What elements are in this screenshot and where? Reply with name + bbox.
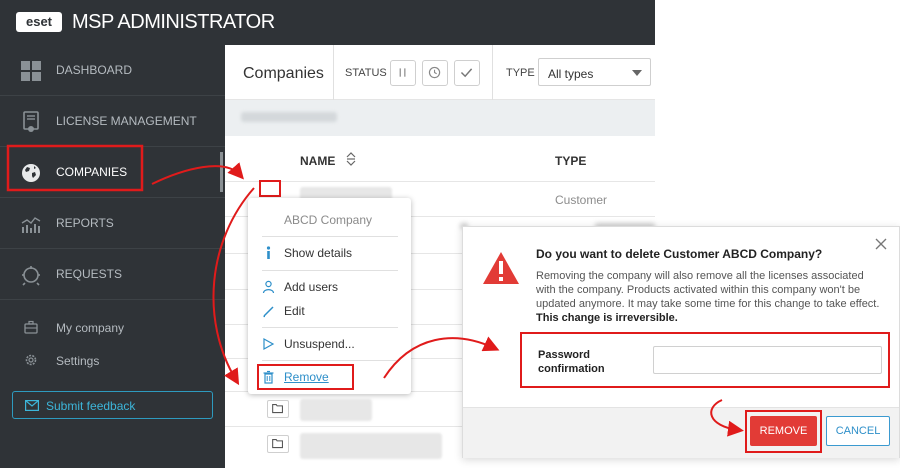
menu-item-unsuspend[interactable]: Unsuspend... xyxy=(248,333,411,355)
remove-highlight-box xyxy=(257,364,354,390)
sidebar-item-label: REPORTS xyxy=(56,216,114,230)
sidebar-item-license-management[interactable]: LICENSE MANAGEMENT xyxy=(0,96,225,146)
screen: eset MSP ADMINISTRATOR DASHBOARD LICENSE… xyxy=(0,0,900,468)
password-highlight-box: Password confirmation xyxy=(520,332,890,388)
sort-icon[interactable] xyxy=(346,152,356,166)
password-label: Password confirmation xyxy=(538,349,605,375)
info-icon xyxy=(266,246,271,259)
clock-icon xyxy=(428,66,441,79)
filter-summary-band xyxy=(225,100,655,136)
status-active-button[interactable] xyxy=(454,60,480,86)
dialog-message-warning: This change is irreversible. xyxy=(536,312,678,324)
sidebar-item-requests[interactable]: REQUESTS xyxy=(0,249,225,299)
sidebar-item-reports[interactable]: REPORTS xyxy=(0,198,225,248)
divider xyxy=(262,236,398,237)
divider xyxy=(0,299,225,300)
chevron-down-icon xyxy=(632,70,642,76)
menu-item-edit[interactable]: Edit xyxy=(248,300,411,322)
folder-glyph xyxy=(272,439,283,449)
dialog-message: Removing the company will also remove al… xyxy=(536,269,884,325)
play-icon xyxy=(263,337,275,351)
eset-logo: eset xyxy=(16,12,62,32)
context-menu: ABCD Company Show details Add users Edit xyxy=(248,198,411,394)
page-title: Companies xyxy=(243,65,324,82)
password-field[interactable] xyxy=(653,346,882,374)
menu-item-show-details[interactable]: Show details xyxy=(248,242,411,264)
sidebar-item-companies[interactable]: COMPANIES xyxy=(0,147,225,197)
menu-item-label: Edit xyxy=(284,304,305,318)
sidebar-item-label: My company xyxy=(56,321,125,335)
folder-glyph xyxy=(272,404,283,414)
divider xyxy=(225,181,655,182)
pause-icon xyxy=(399,68,406,77)
globe-icon xyxy=(22,164,40,182)
envelope-icon xyxy=(25,400,39,411)
divider xyxy=(262,327,398,328)
row-checkbox-highlighted[interactable] xyxy=(259,180,281,197)
dialog-title: Do you want to delete Customer ABCD Comp… xyxy=(536,247,823,261)
remove-button[interactable]: REMOVE xyxy=(750,416,817,446)
sidebar-item-my-company[interactable]: My company xyxy=(0,313,225,341)
row-type-value: Customer xyxy=(555,193,608,207)
menu-item-label: Add users xyxy=(284,280,339,294)
sidebar-item-label: DASHBOARD xyxy=(56,63,133,77)
app-title: MSP ADMINISTRATOR xyxy=(72,11,275,33)
warning-icon xyxy=(483,252,519,284)
divider xyxy=(262,360,398,361)
briefcase-icon xyxy=(24,320,38,334)
gear-icon xyxy=(25,354,37,366)
status-suspended-button[interactable] xyxy=(390,60,416,86)
status-filter-label: STATUS xyxy=(345,67,387,79)
divider xyxy=(262,270,398,271)
bar-chart-icon xyxy=(21,217,41,233)
divider xyxy=(492,45,493,100)
folder-icon[interactable] xyxy=(267,400,289,418)
pencil-icon xyxy=(263,306,274,318)
type-select[interactable]: All types xyxy=(538,58,651,86)
column-header-name[interactable]: NAME xyxy=(300,154,335,168)
submit-feedback-label: Submit feedback xyxy=(46,399,136,413)
menu-item-label: Show details xyxy=(284,246,353,260)
alarm-icon xyxy=(22,266,40,286)
context-menu-title: ABCD Company xyxy=(284,213,373,227)
sidebar-item-label: REQUESTS xyxy=(56,267,123,281)
type-filter-label: TYPE xyxy=(506,67,535,79)
close-icon[interactable] xyxy=(874,237,888,251)
blurred-company-name xyxy=(300,399,372,421)
dialog-message-text: Removing the company will also remove al… xyxy=(536,270,880,310)
status-pending-button[interactable] xyxy=(422,60,448,86)
submit-feedback-button[interactable]: Submit feedback xyxy=(12,391,213,419)
cancel-button[interactable]: CANCEL xyxy=(826,416,890,446)
user-icon xyxy=(262,280,275,294)
sidebar-item-label: COMPANIES xyxy=(56,165,128,179)
blurred-company-name xyxy=(300,433,442,459)
dashboard-grid-icon xyxy=(21,61,41,81)
column-header-type[interactable]: TYPE xyxy=(555,154,586,168)
type-select-value: All types xyxy=(548,67,594,81)
menu-item-label: Unsuspend... xyxy=(284,337,355,351)
dialog-footer: REMOVE CANCEL xyxy=(463,407,899,458)
menu-item-add-users[interactable]: Add users xyxy=(248,276,411,298)
main-toolbar: Companies STATUS TYPE All types xyxy=(225,45,655,100)
divider xyxy=(333,45,334,100)
license-document-icon xyxy=(23,111,39,132)
sidebar-item-dashboard[interactable]: DASHBOARD xyxy=(0,45,225,95)
blurred-summary-text xyxy=(241,112,337,122)
sidebar-item-label: LICENSE MANAGEMENT xyxy=(56,114,197,128)
sidebar-scrollbar[interactable] xyxy=(220,152,223,192)
sidebar-item-settings[interactable]: Settings xyxy=(0,346,225,374)
folder-icon[interactable] xyxy=(267,435,289,453)
top-bar: eset MSP ADMINISTRATOR xyxy=(0,0,655,45)
sidebar-item-label: Settings xyxy=(56,354,100,368)
delete-company-dialog: Do you want to delete Customer ABCD Comp… xyxy=(462,226,900,458)
checkmark-icon xyxy=(460,68,473,78)
